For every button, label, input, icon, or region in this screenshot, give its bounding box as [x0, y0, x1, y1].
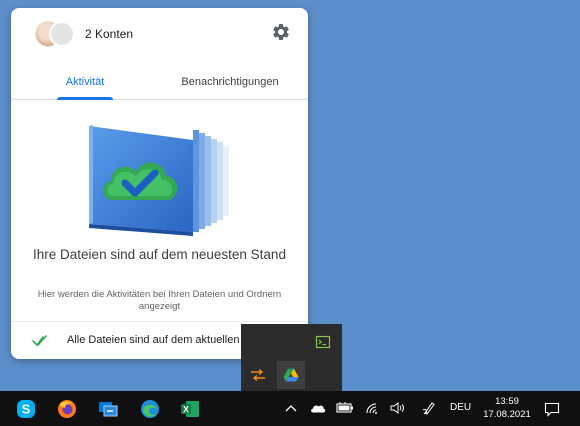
clock-time: 13:59 — [495, 396, 519, 407]
chevron-up-glyph — [285, 405, 297, 412]
edge-glyph — [141, 400, 159, 418]
terminal-icon[interactable] — [309, 328, 337, 356]
taskbar: S X DEU 13:59 17.08.2021 — [0, 391, 580, 426]
svg-text:X: X — [183, 405, 189, 415]
panel-header: 2 Konten — [11, 8, 308, 60]
battery-icon[interactable] — [336, 399, 354, 417]
tab-activity[interactable]: Aktivität — [57, 64, 113, 100]
onedrive-icon[interactable] — [309, 399, 327, 417]
excel-glyph: X — [181, 401, 199, 417]
wifi-glyph — [366, 403, 377, 414]
firefox-glyph — [58, 400, 76, 418]
excel-icon[interactable]: X — [177, 396, 203, 422]
chevron-up-icon[interactable] — [282, 399, 300, 417]
gear-icon — [273, 23, 289, 40]
svg-text:S: S — [22, 402, 31, 417]
status-title: Ihre Dateien sind auf dem neuesten Stand — [33, 247, 286, 262]
volume-glyph — [390, 402, 404, 414]
notification-icon — [544, 402, 560, 417]
google-drive-icon[interactable] — [277, 361, 305, 389]
volume-icon[interactable] — [389, 399, 407, 417]
settings-button[interactable] — [270, 21, 292, 43]
action-center-button[interactable] — [542, 399, 562, 419]
firefox-icon[interactable] — [54, 396, 80, 422]
clock-date: 17.08.2021 — [483, 409, 531, 420]
google-drive-glyph — [283, 368, 299, 382]
clock[interactable]: 13:59 17.08.2021 — [476, 395, 538, 421]
wifi-icon[interactable] — [363, 399, 381, 417]
status-subtitle: Hier werden die Aktivitäten bei Ihren Da… — [37, 289, 282, 312]
skype-icon[interactable]: S — [13, 396, 39, 422]
terminal-glyph — [315, 335, 331, 349]
sync-arrows-glyph — [251, 368, 265, 382]
sync-arrows-icon[interactable] — [244, 361, 272, 389]
onedrive-glyph — [311, 405, 326, 413]
skype-glyph: S — [17, 400, 35, 418]
pen-icon[interactable] — [420, 399, 438, 417]
tab-bar: Aktivität Benachrichtigungen — [11, 64, 308, 100]
tray-overflow-flyout — [241, 324, 342, 391]
input-language[interactable]: DEU — [450, 402, 471, 413]
remote-desktop-icon[interactable] — [95, 396, 121, 422]
active-tab-indicator — [57, 97, 113, 100]
drive-activity-panel: 2 Konten Aktivität Benachrichtigungen Ih… — [11, 8, 308, 359]
pen-glyph — [422, 402, 435, 415]
battery-glyph — [336, 402, 353, 413]
avatar-placeholder — [49, 21, 75, 47]
accounts-avatars[interactable] — [35, 21, 77, 47]
double-check-icon — [32, 335, 47, 346]
accounts-label[interactable]: 2 Konten — [85, 27, 133, 41]
tab-notifications[interactable]: Benachrichtigungen — [171, 64, 289, 100]
remote-desktop-glyph — [99, 402, 118, 417]
edge-icon[interactable] — [137, 396, 163, 422]
cloud-check-files-illustration — [89, 125, 229, 236]
